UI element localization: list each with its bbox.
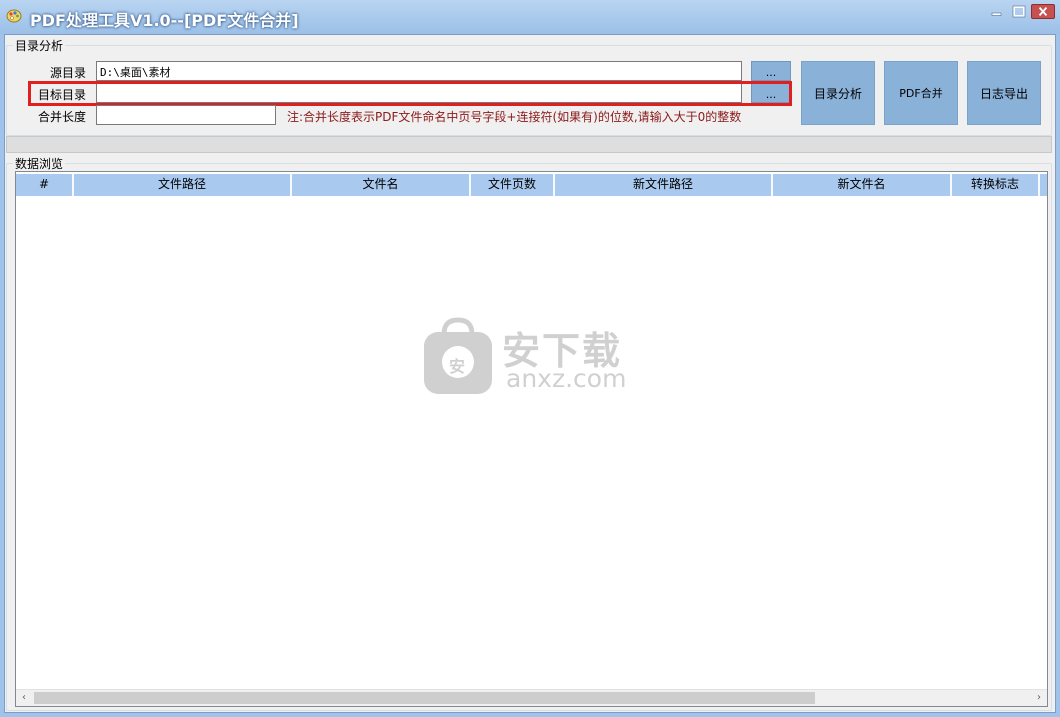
title-bar[interactable]: PDF处理工具V1.0--[PDF文件合并] <box>0 0 1060 34</box>
merge-length-label: 合并长度 <box>38 110 87 124</box>
pdf-merge-button-label: PDF合并 <box>899 87 943 100</box>
source-browse-button[interactable]: ... <box>751 61 791 81</box>
column-header-file-name[interactable]: 文件名 <box>292 174 471 196</box>
column-header-file-path[interactable]: 文件路径 <box>74 174 292 196</box>
main-panel: 目录分析 源目录 D:\桌面\素材 ... 目标目录 ... 合并长度 注:合并… <box>4 34 1056 713</box>
scroll-right-icon[interactable]: › <box>1032 691 1046 705</box>
log-export-button-label: 日志导出 <box>979 86 1028 101</box>
scroll-left-icon[interactable]: ‹ <box>17 691 31 705</box>
column-header-new-file-path[interactable]: 新文件路径 <box>555 174 773 196</box>
analysis-group-label: 目录分析 <box>13 37 66 54</box>
merge-length-note: 注:合并长度表示PDF文件命名中页号字段+连接符(如果有)的位数,请输入大于0的… <box>287 110 742 124</box>
close-icon[interactable] <box>1031 4 1055 19</box>
log-export-button[interactable]: 日志导出 <box>967 61 1041 125</box>
window-title: PDF处理工具V1.0--[PDF文件合并] <box>30 11 299 30</box>
column-header-filler <box>1040 174 1047 196</box>
data-grid[interactable]: # 文件路径 文件名 文件页数 新文件路径 新文件名 转换标志 安 安下载 an… <box>15 171 1048 707</box>
analysis-group: 目录分析 源目录 D:\桌面\素材 ... 目标目录 ... 合并长度 注:合并… <box>6 37 1052 136</box>
progress-bar <box>6 136 1052 153</box>
column-header-index[interactable]: # <box>16 174 74 196</box>
column-header-convert-flag[interactable]: 转换标志 <box>952 174 1040 196</box>
source-dir-input[interactable]: D:\桌面\素材 <box>96 61 742 81</box>
analyze-dir-button-label: 目录分析 <box>813 86 862 101</box>
minimize-icon[interactable] <box>988 4 1006 19</box>
pdf-merge-button[interactable]: PDF合并 <box>884 61 958 125</box>
source-dir-label: 源目录 <box>50 66 87 80</box>
browse-group-label: 数据浏览 <box>13 155 66 172</box>
app-icon <box>6 9 22 23</box>
analyze-dir-button[interactable]: 目录分析 <box>801 61 875 125</box>
maximize-icon[interactable] <box>1010 4 1028 19</box>
watermark-domain: anxz.com <box>506 364 627 393</box>
scrollbar-thumb[interactable] <box>34 692 815 704</box>
grid-header-row: # 文件路径 文件名 文件页数 新文件路径 新文件名 转换标志 <box>16 174 1047 196</box>
horizontal-scrollbar[interactable]: ‹ › <box>16 689 1047 706</box>
merge-length-input[interactable] <box>96 105 276 125</box>
watermark: 安 安下载 anxz.com <box>422 316 642 396</box>
target-dir-highlight <box>28 81 792 106</box>
column-header-new-file-name[interactable]: 新文件名 <box>773 174 952 196</box>
watermark-badge: 安 <box>449 357 466 376</box>
column-header-page-count[interactable]: 文件页数 <box>471 174 555 196</box>
